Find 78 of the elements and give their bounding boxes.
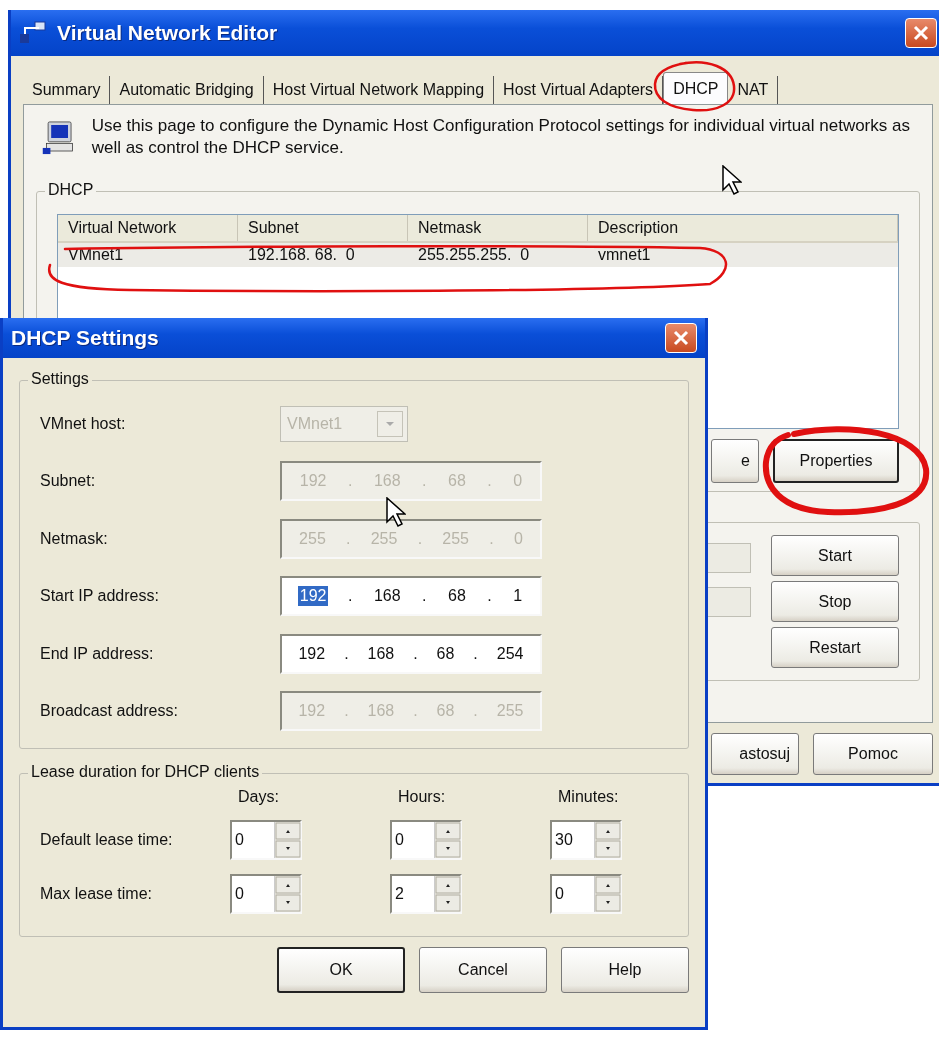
dot-separator: . xyxy=(487,587,492,606)
octet-text: 192 xyxy=(297,701,327,722)
column-header[interactable]: Description xyxy=(588,215,898,241)
table-cell-text: 255.255.255. 0 xyxy=(417,245,531,265)
dot-separator: . xyxy=(473,644,478,663)
field-label: Default lease time: xyxy=(40,831,174,849)
octet-text: 168 xyxy=(366,701,396,722)
octet-text: 0 xyxy=(512,528,524,549)
dot-separator: . xyxy=(346,529,351,548)
table-cell-text: VMnet1 xyxy=(67,245,125,265)
field-label: End IP address: xyxy=(40,644,155,663)
window-title: Virtual Network Editor xyxy=(57,21,279,45)
dialog-button[interactable]: Help xyxy=(561,947,689,993)
service-button[interactable]: Start xyxy=(771,535,899,576)
service-button[interactable]: Restart xyxy=(771,627,899,668)
ip-address-field[interactable]: 192 . 168 . 68 . 1 xyxy=(280,576,542,617)
dialog-button[interactable]: e xyxy=(711,439,759,483)
octet-text: 68 xyxy=(447,586,467,607)
ip-address-field[interactable]: 192 . 168 . 68 . 254 xyxy=(280,633,542,674)
field-label: Max lease time: xyxy=(40,885,154,903)
column-label: Minutes: xyxy=(557,788,620,806)
number-spinner[interactable]: 2 xyxy=(390,874,462,914)
octet-text: 255 xyxy=(369,528,399,549)
column-label: Days: xyxy=(237,788,280,806)
octet-text: 68 xyxy=(435,701,456,722)
table-cell-text: 192.168. 68. 0 xyxy=(247,245,356,265)
field-label: VMnet host: xyxy=(40,414,127,433)
dot-separator: . xyxy=(489,529,494,548)
dot-separator: . xyxy=(347,587,353,606)
dot-separator: . xyxy=(347,472,353,491)
dialog-button[interactable]: astosuj xyxy=(711,733,799,775)
octet-text: 192 xyxy=(297,643,327,664)
dot-separator: . xyxy=(422,587,427,606)
dialog-title: DHCP Settings xyxy=(11,326,160,350)
octet-text: 68 xyxy=(435,643,456,664)
octet-text: 255 xyxy=(441,528,470,549)
octet-text: 254 xyxy=(495,643,525,664)
field-label: Netmask: xyxy=(40,529,109,548)
octet-text: 168 xyxy=(366,643,396,664)
dot-separator: . xyxy=(344,702,349,721)
field-label: Subnet: xyxy=(40,472,97,491)
number-spinner[interactable]: 0 xyxy=(230,820,302,860)
octet-text: 68 xyxy=(447,471,467,492)
octet-text: 255 xyxy=(495,701,525,722)
description-text: Use this page to configure the Dynamic Host Configuration Protocol settings for individual virtual networks as well as control the DHCP service. xyxy=(91,115,911,159)
table-cell-text: vmnet1 xyxy=(597,245,652,265)
dot-separator: . xyxy=(417,529,423,548)
column-header[interactable]: Virtual Network xyxy=(58,215,238,241)
octet-text: 255 xyxy=(298,528,327,549)
table-row[interactable]: VMnet1 192.168. 68. 0 255.255.255. 0 vmnet1 xyxy=(58,243,898,267)
tab[interactable]: DHCP xyxy=(663,72,729,104)
number-spinner[interactable]: 30 xyxy=(550,820,622,860)
octet-text: 192 xyxy=(297,586,329,607)
field-label: Start IP address: xyxy=(40,587,160,606)
dot-separator: . xyxy=(413,644,418,663)
dialog-button[interactable]: Cancel xyxy=(419,947,547,993)
dot-separator: . xyxy=(487,472,492,491)
dialog-button[interactable]: Properties xyxy=(773,439,899,483)
dialog-button[interactable]: Pomoc xyxy=(813,733,933,775)
number-spinner[interactable]: 0 xyxy=(390,820,462,860)
group-label: Settings xyxy=(28,370,92,388)
octet-text: 168 xyxy=(372,471,402,492)
number-spinner[interactable]: 0 xyxy=(550,874,622,914)
service-button[interactable]: Stop xyxy=(771,581,899,622)
number-spinner[interactable]: 0 xyxy=(230,874,302,914)
dot-separator: . xyxy=(344,644,349,663)
dot-separator: . xyxy=(473,702,478,721)
octet-text: 1 xyxy=(512,586,524,607)
column-label: Hours: xyxy=(397,788,447,806)
dot-separator: . xyxy=(422,472,427,491)
column-header[interactable]: Netmask xyxy=(408,215,588,241)
octet-text: 0 xyxy=(512,471,524,492)
octet-text: 192 xyxy=(298,471,328,492)
column-header[interactable]: Subnet xyxy=(238,215,408,241)
dot-separator: . xyxy=(413,702,418,721)
field-label: Broadcast address: xyxy=(40,702,179,721)
octet-text: 168 xyxy=(372,586,402,607)
dialog-button[interactable]: OK xyxy=(277,947,405,993)
